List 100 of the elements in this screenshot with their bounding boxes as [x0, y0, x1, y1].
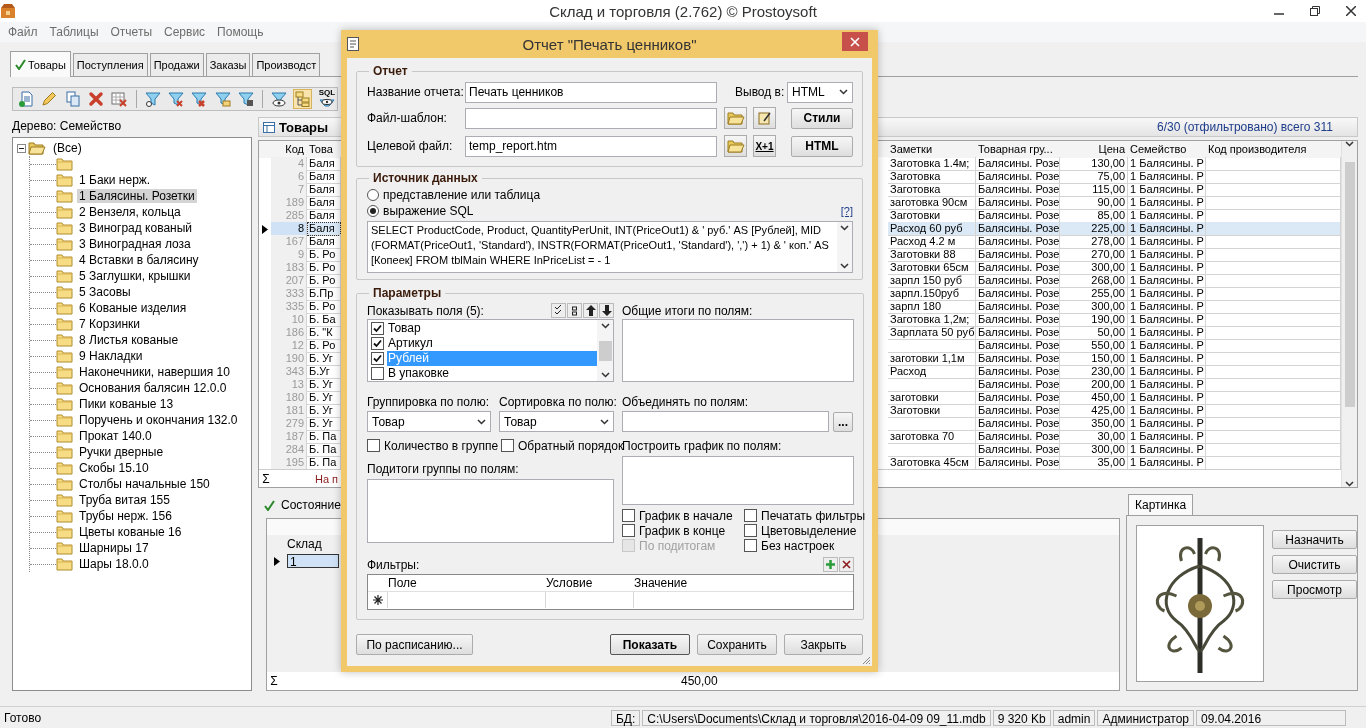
sql-editor[interactable]: SELECT ProductCode, Product, QuantityPerUnit, INT(PriceOut1) & ' руб.' AS [Рублей], MID (FORMAT(PriceOut1, 'Standard'), INSTR(FORMAT(PriceOut1, 'Standard'), ',') + 1) & ' коп.' AS [Копеек] FROM tblMain WHERE InPriceList = - 1	[367, 221, 853, 273]
show-button[interactable]: Показать	[610, 634, 690, 655]
help-link[interactable]: [?]	[840, 205, 853, 217]
tree-item[interactable]: 7 Корзинки	[77, 317, 142, 331]
tree-item[interactable]: 1 Балясины. Розетки	[77, 189, 197, 203]
close-dialog-button[interactable]: Закрыть	[784, 634, 863, 655]
tab[interactable]: Продажи	[149, 53, 204, 76]
tree-item[interactable]: Поручень и окончания 132.0	[77, 413, 240, 427]
column-header[interactable]: Условие	[546, 575, 634, 591]
tree-item[interactable]: Пики кованые 13	[77, 397, 176, 411]
counter-button[interactable]: X+1	[753, 135, 776, 157]
sort-dropdown[interactable]: Товар	[499, 411, 614, 432]
tree-item[interactable]: 8 Листья кованые	[77, 333, 181, 347]
column-header[interactable]: Заметки	[888, 141, 976, 158]
radio-label[interactable]: представление или таблица	[383, 188, 541, 202]
checkbox[interactable]	[744, 539, 757, 552]
scrollbar-thumb[interactable]	[598, 340, 612, 361]
checkbox[interactable]	[367, 439, 380, 452]
tree-item[interactable]: Труба витая 155	[77, 493, 172, 507]
tree-item[interactable]: Основания балясин 12.0.0	[77, 381, 229, 395]
checkbox[interactable]	[622, 509, 635, 522]
checkbox[interactable]	[622, 524, 635, 537]
tab[interactable]: Товары	[10, 51, 71, 77]
group-dropdown[interactable]: Товар	[367, 411, 491, 432]
chart-fields-list[interactable]	[622, 456, 854, 505]
checkbox-label[interactable]: Количество в группе	[384, 438, 499, 453]
tree-item[interactable]: Трубы нерж. 156	[77, 509, 174, 523]
scrollbar[interactable]	[1341, 141, 1357, 487]
browse-button[interactable]: ...	[833, 411, 853, 432]
filter-folder-icon[interactable]	[214, 91, 231, 107]
target-file-field[interactable]: temp_report.htm	[465, 135, 717, 157]
table-delete-icon[interactable]	[111, 91, 128, 107]
delete-filter-button[interactable]	[839, 557, 854, 572]
checkbox-label[interactable]: Цветовыделение	[761, 523, 857, 538]
checkbox[interactable]	[371, 337, 384, 350]
filter-save-icon[interactable]	[238, 91, 255, 107]
tree-item[interactable]: 5 Заглушки, крышки	[77, 269, 193, 283]
close-button[interactable]	[842, 32, 868, 51]
restore-icon[interactable]	[1310, 6, 1320, 16]
panel-button[interactable]: Назначить	[1272, 530, 1357, 549]
filter-icon[interactable]	[144, 91, 161, 107]
styles-button[interactable]: Стили	[791, 107, 853, 129]
tree-item[interactable]: 3 Виноград кованый	[77, 221, 194, 235]
template-file-field[interactable]	[465, 107, 717, 129]
tree-item[interactable]: 3 Виноградная лоза	[77, 237, 193, 251]
scrollbar-thumb[interactable]	[1344, 161, 1355, 407]
scrollbar[interactable]	[837, 222, 852, 272]
collapse-icon[interactable]	[17, 143, 26, 153]
tree-item[interactable]: Шары 18.0.0	[77, 557, 151, 571]
tree-item[interactable]: Прокат 140.0	[77, 429, 154, 443]
schedule-button[interactable]: По расписанию...	[356, 634, 473, 655]
column-header[interactable]: Семейство	[1128, 141, 1206, 158]
checkbox-label[interactable]: График в начале	[639, 508, 733, 523]
filter-delete-icon[interactable]	[168, 91, 185, 107]
close-icon[interactable]	[1346, 6, 1356, 16]
save-button[interactable]: Сохранить	[697, 634, 777, 655]
menu-item[interactable]: Таблицы	[43, 23, 105, 41]
checkbox[interactable]	[744, 509, 757, 522]
merge-field[interactable]	[622, 411, 829, 432]
menu-item[interactable]: Сервис	[158, 23, 212, 41]
report-name-field[interactable]: Печать ценников	[465, 81, 717, 103]
tree-item[interactable]: Скобы 15.10	[77, 461, 151, 475]
panel-button[interactable]: Очистить	[1272, 555, 1357, 574]
list-item[interactable]: В упаковке	[387, 366, 597, 381]
checkbox-label[interactable]: Обратный порядок	[518, 438, 624, 453]
filter-eye-icon[interactable]	[271, 91, 288, 107]
move-up-button[interactable]	[583, 303, 598, 318]
open-folder-button[interactable]	[724, 107, 747, 129]
tree-item[interactable]: 9 Накладки	[77, 349, 145, 363]
check-all-button[interactable]	[551, 303, 566, 318]
edit-button[interactable]	[753, 107, 776, 129]
filters-table[interactable]: Поле Условие Значение	[367, 574, 854, 610]
radio-label[interactable]: выражение SQL	[383, 204, 474, 218]
column-header[interactable]: Поле	[388, 575, 546, 591]
tree-item[interactable]: Цветы кованые 16	[77, 525, 184, 539]
list-item[interactable]: Артикул	[387, 336, 597, 351]
tree-item[interactable]: Ручки дверные	[77, 445, 166, 459]
tree-item[interactable]: 6 Кованые изделия	[77, 301, 189, 315]
checkbox-label[interactable]: Без настроек	[761, 538, 835, 553]
fields-list[interactable]: Товар Артикул Рублей В упаковке	[367, 319, 614, 382]
tree-item[interactable]: (Все)	[51, 141, 84, 155]
checkbox-label[interactable]: График в конце	[639, 523, 726, 538]
tab[interactable]: Производст	[252, 53, 321, 76]
tab[interactable]: Заказы	[205, 53, 251, 76]
checkbox[interactable]	[371, 352, 384, 365]
checkbox[interactable]	[371, 367, 384, 380]
column-header[interactable]: Цена	[1060, 141, 1128, 158]
tab[interactable]: Состояние	[281, 498, 341, 512]
filter-delete-icon[interactable]	[191, 91, 208, 107]
sql-button[interactable]: SQL	[316, 89, 338, 109]
checkbox[interactable]	[371, 322, 384, 335]
column-header[interactable]: Товарная гру...	[976, 141, 1060, 158]
column-header[interactable]: Значение	[634, 575, 853, 591]
tree-view-button[interactable]	[293, 89, 312, 109]
tree-item[interactable]: Столбы начальные 150	[77, 477, 212, 491]
menu-item[interactable]: Файл	[2, 23, 44, 41]
tree-item[interactable]: 4 Вставки в балясину	[77, 253, 201, 267]
dots-button[interactable]	[567, 303, 582, 318]
copy-icon[interactable]	[64, 91, 81, 107]
pencil-icon[interactable]	[41, 91, 58, 107]
